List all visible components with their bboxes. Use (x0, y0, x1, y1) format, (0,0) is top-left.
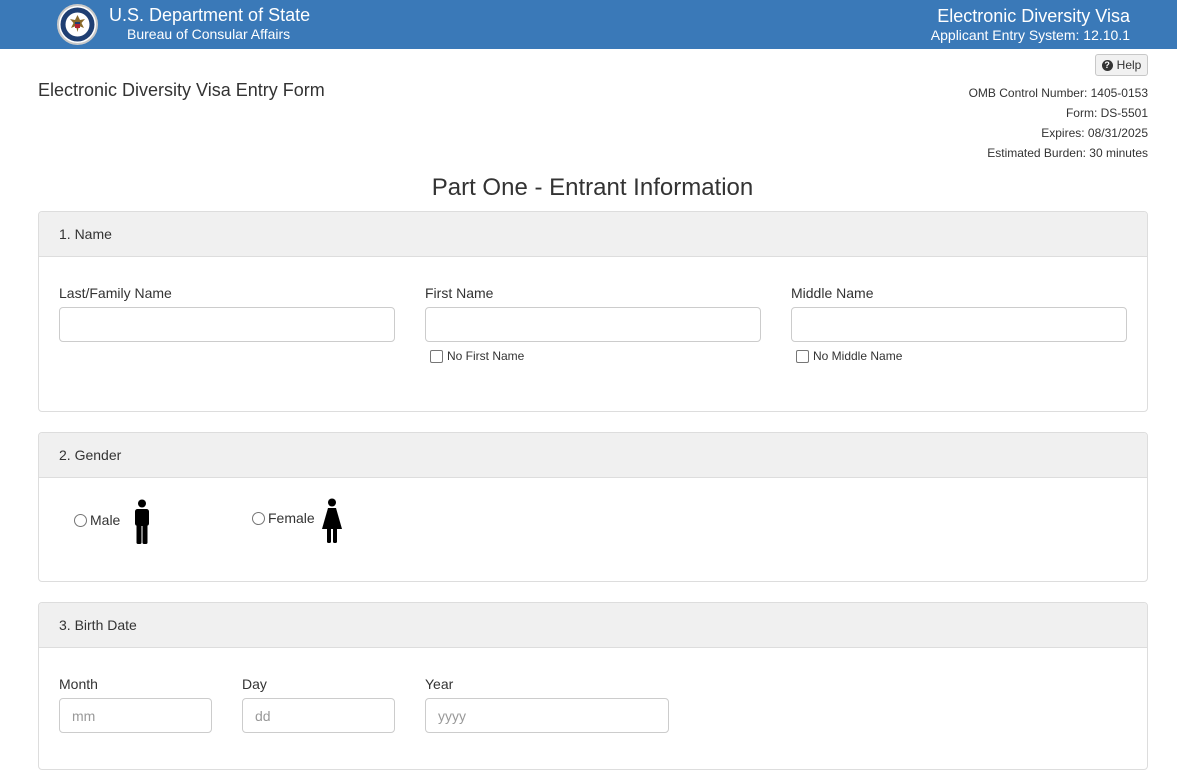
no-middle-name-label: No Middle Name (813, 349, 903, 363)
part-title: Part One - Entrant Information (431, 174, 754, 201)
help-button[interactable]: ? Help (1095, 54, 1148, 76)
estimated-burden: Estimated Burden: 30 minutes (987, 146, 1148, 160)
form-number: Form: DS-5501 (1065, 106, 1148, 120)
system-title: Electronic Diversity Visa (937, 6, 1130, 26)
female-radio[interactable] (252, 511, 265, 525)
first-name-label: First Name (425, 285, 494, 301)
first-name-input[interactable] (425, 307, 761, 342)
male-label: Male (90, 512, 121, 528)
birth-day-input[interactable] (242, 698, 395, 733)
birth-date-panel-heading: 3. Birth Date (39, 603, 1147, 648)
name-panel-heading: 1. Name (39, 212, 1147, 257)
female-option[interactable]: Female (252, 510, 315, 526)
birth-year-input[interactable] (425, 698, 669, 733)
form-expiration: Expires: 08/31/2025 (1041, 126, 1148, 140)
department-seal-icon (57, 4, 98, 45)
no-middle-name-option[interactable]: No Middle Name (796, 349, 902, 363)
gender-panel: 2. Gender Male Female (38, 432, 1148, 582)
birth-date-panel: 3. Birth Date Month Day Year (38, 602, 1148, 770)
no-first-name-option[interactable]: No First Name (430, 349, 524, 363)
female-label: Female (268, 510, 315, 526)
last-name-input[interactable] (59, 307, 395, 342)
omb-info: OMB Control Number: 1405-0153 Form: DS-5… (969, 83, 1148, 163)
male-option[interactable]: Male (74, 512, 120, 528)
system-version: Applicant Entry System: 12.10.1 (930, 27, 1130, 43)
site-header: U.S. Department of State Bureau of Consu… (0, 0, 1177, 49)
birth-month-label: Month (59, 676, 98, 692)
bureau-name: Bureau of Consular Affairs (127, 26, 291, 42)
birth-month-input[interactable] (59, 698, 212, 733)
gender-panel-heading: 2. Gender (39, 433, 1147, 478)
middle-name-input[interactable] (791, 307, 1127, 342)
last-name-label: Last/Family Name (59, 285, 172, 301)
name-panel: 1. Name Last/Family Name First Name No F… (38, 211, 1148, 412)
male-radio[interactable] (74, 513, 87, 527)
department-name: U.S. Department of State (109, 5, 311, 25)
no-first-name-checkbox[interactable] (430, 349, 443, 363)
no-middle-name-checkbox[interactable] (796, 349, 809, 363)
omb-control-number: OMB Control Number: 1405-0153 (968, 86, 1148, 100)
male-figure-icon (135, 499, 149, 544)
female-figure-icon (322, 498, 342, 543)
help-button-label: Help (1116, 58, 1142, 72)
no-first-name-label: No First Name (447, 349, 525, 363)
middle-name-label: Middle Name (791, 285, 874, 301)
birth-year-label: Year (425, 676, 454, 692)
birth-day-label: Day (242, 676, 267, 692)
question-circle-icon: ? (1101, 59, 1113, 71)
form-title: Electronic Diversity Visa Entry Form (38, 80, 325, 100)
